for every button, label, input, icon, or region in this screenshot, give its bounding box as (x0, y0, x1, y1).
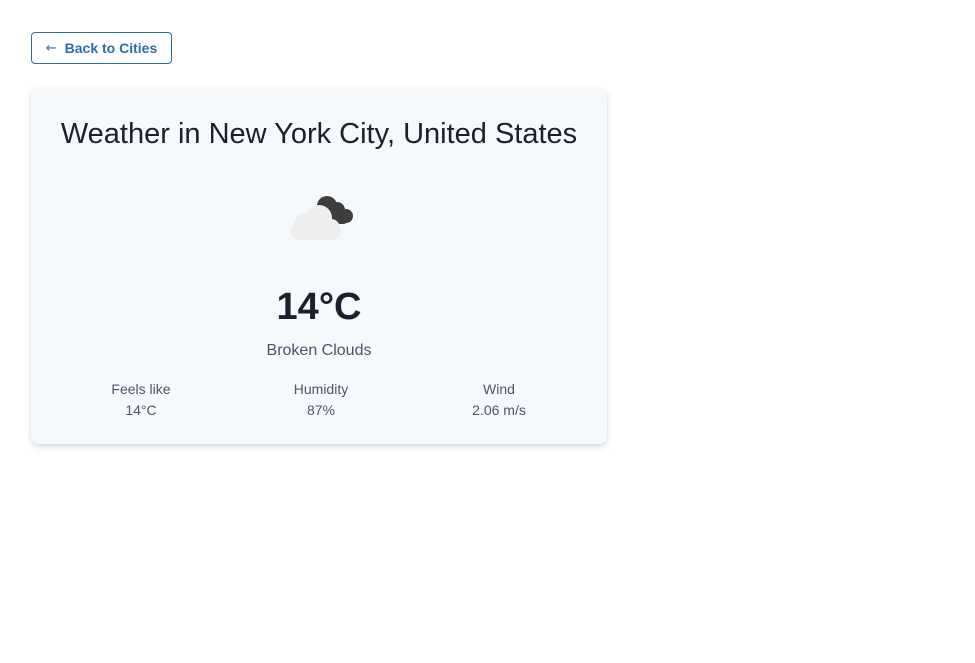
wind-stat: Wind 2.06 m/s (419, 381, 579, 418)
humidity-label: Humidity (293, 381, 349, 397)
weather-detail-page: ← Back to Cities Weather in New York Cit… (0, 0, 975, 663)
back-to-cities-button[interactable]: ← Back to Cities (31, 32, 172, 64)
weather-card: Weather in New York City, United States … (31, 88, 607, 444)
humidity-stat: Humidity 87% (241, 381, 401, 418)
back-button-label: Back to Cities (64, 40, 158, 56)
arrow-left-icon: ← (45, 40, 57, 56)
feels-like-stat: Feels like 14°C (61, 381, 221, 418)
feels-like-label: Feels like (111, 381, 171, 397)
wind-label: Wind (483, 381, 515, 397)
wind-value: 2.06 m/s (472, 402, 526, 418)
temperature-value: 14°C (276, 286, 362, 328)
humidity-value: 87% (306, 402, 336, 418)
feels-like-value: 14°C (125, 402, 157, 418)
weather-title: Weather in New York City, United States (60, 118, 578, 150)
broken-clouds-icon (291, 196, 353, 240)
weather-description: Broken Clouds (266, 342, 372, 359)
